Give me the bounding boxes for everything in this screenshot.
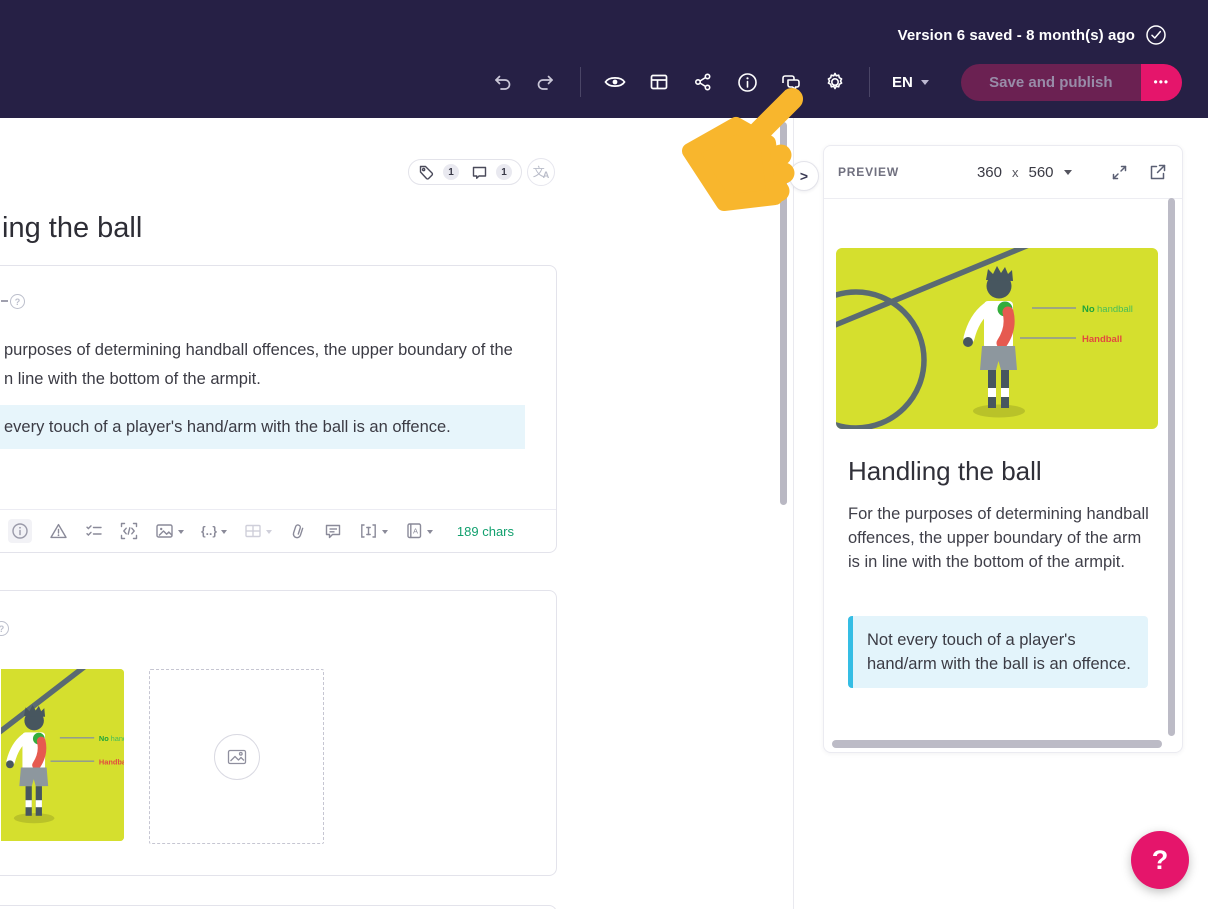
svg-text:A: A bbox=[413, 527, 418, 536]
expand-preview-icon[interactable] bbox=[1110, 163, 1129, 182]
app-window: Version 6 saved - 8 month(s) ago EN Save… bbox=[0, 0, 1208, 909]
save-publish-group: Save and publish ••• bbox=[960, 63, 1182, 101]
text-block-toolbar: {..} A 189 chars bbox=[0, 509, 556, 552]
preview-header-actions bbox=[1110, 162, 1168, 182]
share-icon[interactable] bbox=[691, 70, 715, 94]
preview-slide-title: Handling the ball bbox=[848, 456, 1042, 486]
svg-text:Handball: Handball bbox=[99, 757, 124, 766]
svg-text:Handball: Handball bbox=[1082, 334, 1122, 345]
version-status-text: Version 6 saved - 8 month(s) ago bbox=[897, 26, 1135, 44]
image-block-card: ? bbox=[0, 590, 557, 876]
toolbar-divider bbox=[869, 67, 870, 97]
text-line: purposes of determining handball offence… bbox=[4, 341, 513, 359]
tags-comments-pill[interactable]: 1 1 bbox=[408, 159, 522, 185]
slide-title-input[interactable]: ing the ball bbox=[2, 212, 142, 245]
more-actions-button[interactable]: ••• bbox=[1140, 63, 1182, 101]
image-tool-button[interactable] bbox=[155, 522, 184, 540]
comments-icon[interactable] bbox=[779, 70, 803, 94]
panel-divider bbox=[793, 118, 794, 909]
collapse-preview-button[interactable]: > bbox=[789, 161, 819, 191]
navbar-toolbar: EN Save and publish ••• bbox=[480, 62, 1182, 102]
comment-icon bbox=[471, 164, 488, 181]
chevron-down-icon bbox=[1063, 169, 1072, 179]
preview-vertical-scrollbar[interactable] bbox=[1168, 198, 1175, 736]
svg-text:handball: handball bbox=[1097, 304, 1133, 315]
preview-label: PREVIEW bbox=[838, 165, 899, 179]
callout-block-editor[interactable]: every touch of a player's hand/arm with … bbox=[0, 405, 525, 449]
image-upload-placeholder[interactable] bbox=[149, 669, 324, 844]
glossary-tool-button[interactable]: A bbox=[405, 522, 434, 540]
undo-icon[interactable] bbox=[490, 70, 514, 94]
redo-icon[interactable] bbox=[534, 70, 558, 94]
callout-tool-button[interactable] bbox=[8, 519, 32, 543]
chevron-down-icon bbox=[382, 529, 389, 537]
warning-tool-button[interactable] bbox=[49, 522, 68, 540]
image-placeholder-circle bbox=[213, 733, 260, 780]
chevron-down-icon bbox=[178, 529, 184, 537]
text-block-card: ? purposes of determining handball offen… bbox=[0, 265, 557, 553]
checklist-tool-button[interactable] bbox=[85, 522, 103, 540]
next-block-card bbox=[0, 905, 557, 909]
comment-count-badge: 1 bbox=[496, 164, 512, 180]
image-icon bbox=[227, 749, 246, 764]
version-status-row: Version 6 saved - 8 month(s) ago bbox=[898, 24, 1167, 46]
editor-scrollbar[interactable] bbox=[780, 122, 787, 505]
preview-header: PREVIEW 360 x 560 bbox=[824, 146, 1182, 199]
text-line: n line with the bottom of the armpit. bbox=[4, 370, 261, 388]
preview-eye-icon[interactable] bbox=[603, 70, 627, 94]
language-label: EN bbox=[892, 73, 913, 91]
preview-width: 360 bbox=[976, 163, 1002, 181]
chevron-down-icon bbox=[221, 529, 228, 537]
svg-text:No: No bbox=[99, 734, 109, 743]
size-separator: x bbox=[1011, 164, 1019, 180]
help-button[interactable]: ? bbox=[1131, 831, 1189, 889]
toolbar-divider bbox=[580, 67, 581, 97]
note-tool-button[interactable] bbox=[324, 522, 342, 540]
preview-slide-callout: Not every touch of a player's hand/arm w… bbox=[848, 616, 1148, 688]
saved-check-icon[interactable] bbox=[1145, 24, 1167, 46]
tag-icon bbox=[418, 164, 435, 181]
chevron-down-icon bbox=[920, 79, 929, 89]
text-block-editor[interactable]: purposes of determining handball offence… bbox=[4, 336, 529, 394]
image-thumbnail[interactable]: No handball Handball bbox=[1, 669, 124, 841]
top-navbar: Version 6 saved - 8 month(s) ago EN Save… bbox=[0, 0, 1208, 118]
save-and-publish-button[interactable]: Save and publish bbox=[960, 63, 1141, 101]
svg-text:No: No bbox=[1082, 304, 1095, 315]
variable-icon: {..} bbox=[201, 524, 218, 538]
table-tool-button-disabled bbox=[244, 522, 273, 540]
block-label-fragment bbox=[1, 300, 8, 302]
layout-icon[interactable] bbox=[647, 70, 671, 94]
block-help-icon[interactable]: ? bbox=[10, 294, 25, 309]
open-in-new-window-icon[interactable] bbox=[1148, 162, 1168, 182]
tag-count-badge: 1 bbox=[443, 164, 459, 180]
slide-illustration: No handball Handball bbox=[836, 248, 1158, 429]
preview-slide-body: For the purposes of determining handball… bbox=[848, 505, 1149, 571]
svg-text:handball: handball bbox=[111, 734, 124, 743]
variable-tool-button[interactable]: {..} bbox=[201, 524, 228, 538]
block-help-icon[interactable]: ? bbox=[0, 621, 9, 636]
chevron-down-icon bbox=[266, 529, 273, 537]
preview-size-selector[interactable]: 360 x 560 bbox=[977, 164, 1072, 181]
translate-button[interactable]: 文 A bbox=[527, 158, 555, 186]
attachment-tool-button[interactable] bbox=[289, 522, 307, 540]
info-icon[interactable] bbox=[735, 70, 759, 94]
chevron-down-icon bbox=[427, 529, 434, 537]
preview-height: 560 bbox=[1028, 163, 1054, 181]
code-block-tool-button[interactable] bbox=[120, 522, 138, 540]
preview-panel: PREVIEW 360 x 560 No handball Handball H… bbox=[823, 145, 1183, 753]
char-count: 189 chars bbox=[456, 523, 514, 539]
preview-horizontal-scrollbar[interactable] bbox=[832, 740, 1162, 748]
text-section-tool-button[interactable] bbox=[359, 522, 389, 540]
language-selector[interactable]: EN bbox=[892, 74, 929, 91]
settings-gear-icon[interactable] bbox=[823, 70, 847, 94]
